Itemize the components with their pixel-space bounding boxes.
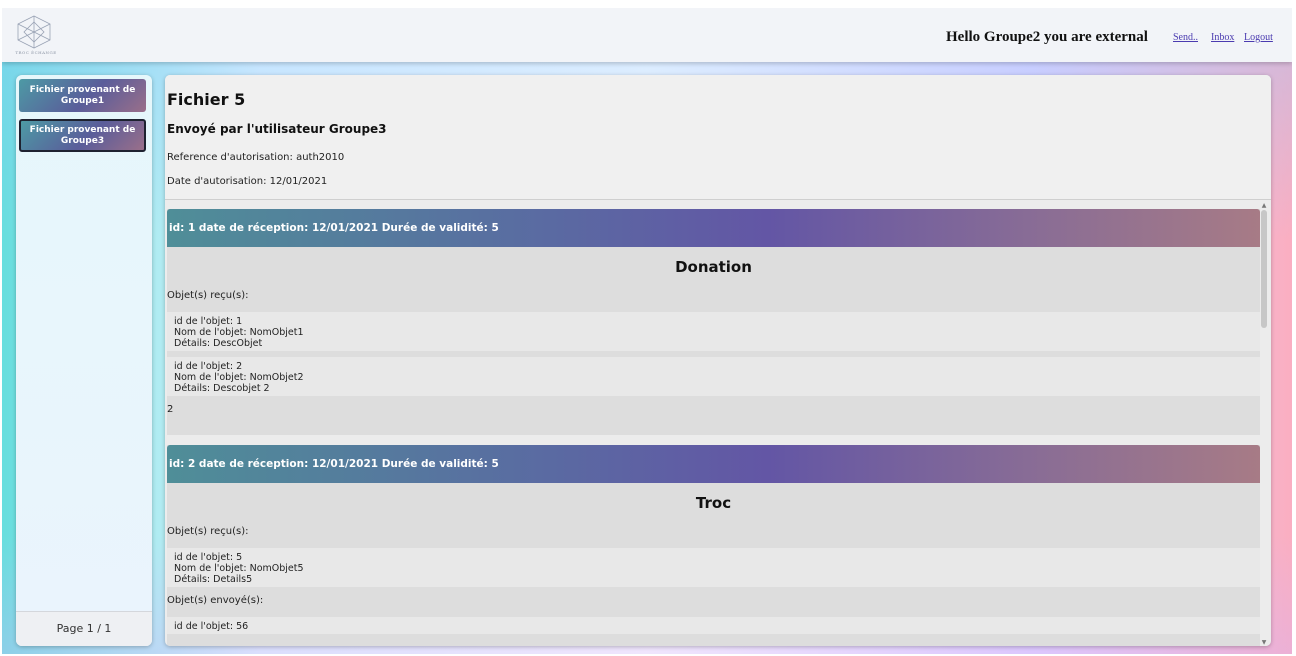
logout-link[interactable]: Logout [1244,32,1273,43]
greeting-text: Hello Groupe2 you are external [946,29,1148,45]
scroll-up-arrow-icon[interactable]: ▲ [1260,202,1268,209]
object-item: id de l'objet: 1 Nom de l'objet: NomObje… [167,312,1260,351]
object-item: id de l'objet: 56 [167,617,1260,634]
sidebar-item-groupe1[interactable]: Fichier provenant de Groupe1 [19,79,146,112]
transaction-type: Troc [695,494,732,512]
authorization-reference: Reference d'autorisation: auth2010 [167,152,345,163]
object-details: Détails: Details5 [174,574,253,585]
received-objects-label: Objet(s) reçu(s): [167,526,249,537]
object-item: id de l'objet: 2 Nom de l'objet: NomObje… [167,357,1260,396]
sender-text: Envoyé par l'utilisateur Groupe3 [167,122,387,136]
pagination-label: Page 1 / 1 [16,611,152,646]
file-title: Fichier 5 [167,90,246,109]
object-details: Détails: Descobjet 2 [174,383,270,394]
send-link[interactable]: Send.. [1173,32,1198,43]
logo-icon [17,15,51,49]
scroll-down-arrow-icon[interactable]: ▼ [1260,639,1268,646]
app-window: TROC ÉCHANGE Hello Groupe2 you are exter… [2,8,1292,654]
object-count: 2 [167,404,174,415]
inbox-link[interactable]: Inbox [1211,32,1234,43]
object-name: Nom de l'objet: NomObjet2 [174,372,304,383]
transaction-type: Donation [675,258,752,276]
transactions-scroll-area[interactable]: id: 1 date de réception: 12/01/2021 Duré… [165,202,1271,646]
object-name: Nom de l'objet: NomObjet1 [174,327,304,338]
sidebar-item-groupe3[interactable]: Fichier provenant de Groupe3 [19,119,146,152]
received-objects-label: Objet(s) reçu(s): [167,290,249,301]
logo-text: TROC ÉCHANGE [15,50,57,55]
transaction-card: id: 1 date de réception: 12/01/2021 Duré… [167,209,1260,435]
logo[interactable]: TROC ÉCHANGE [12,14,56,56]
object-id: id de l'objet: 2 [174,361,243,372]
transaction-header: id: 2 date de réception: 12/01/2021 Duré… [167,445,1260,483]
sent-objects-label: Objet(s) envoyé(s): [167,595,264,606]
object-id: id de l'objet: 56 [174,621,249,632]
scroll-thumb[interactable] [1261,210,1267,328]
sidebar: Fichier provenant de Groupe1 Fichier pro… [16,75,152,646]
object-id: id de l'objet: 1 [174,316,243,327]
main-panel: Fichier 5 Envoyé par l'utilisateur Group… [165,75,1271,646]
vertical-scrollbar[interactable]: ▲ ▼ [1260,202,1268,646]
object-details: Détails: DescObjet [174,338,263,349]
transaction-card: id: 2 date de réception: 12/01/2021 Duré… [167,445,1260,646]
file-info: Fichier 5 Envoyé par l'utilisateur Group… [165,75,1271,200]
object-item: id de l'objet: 5 Nom de l'objet: NomObje… [167,548,1260,587]
transaction-header: id: 1 date de réception: 12/01/2021 Duré… [167,209,1260,247]
object-id: id de l'objet: 5 [174,552,243,563]
object-name: Nom de l'objet: NomObjet5 [174,563,304,574]
top-header: TROC ÉCHANGE Hello Groupe2 you are exter… [2,8,1292,62]
authorization-date: Date d'autorisation: 12/01/2021 [167,176,328,187]
